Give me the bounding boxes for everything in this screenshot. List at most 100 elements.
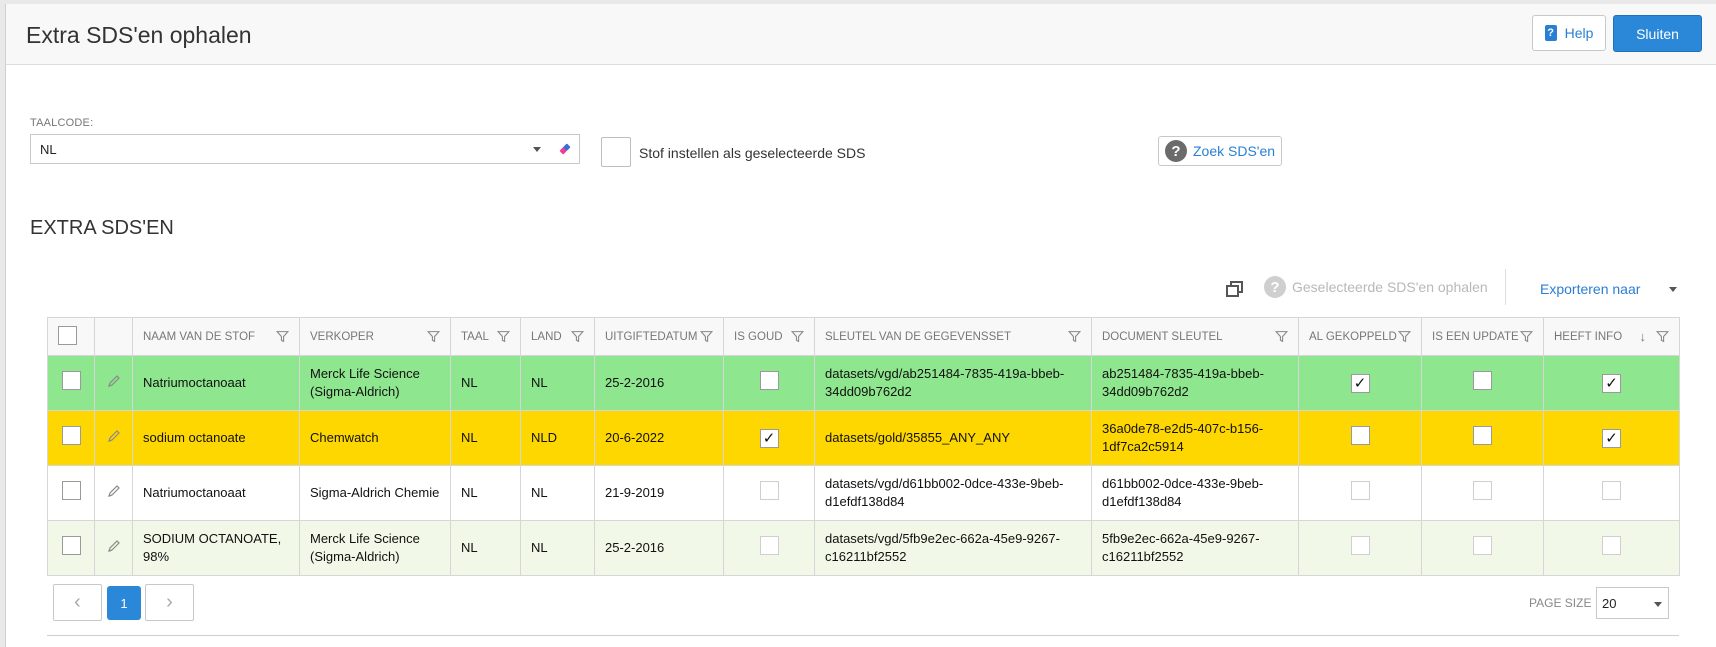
zoek-sds-button[interactable]: ? Zoek SDS'en: [1158, 136, 1282, 166]
column-header-label: TAAL: [461, 330, 489, 343]
naam-cell: sodium octanoate: [132, 410, 300, 466]
row-select-cell: [47, 410, 95, 466]
help-button[interactable]: ? Help: [1532, 15, 1606, 51]
export-button[interactable]: Exporteren naar: [1540, 281, 1640, 297]
taal-cell: NL: [450, 410, 521, 466]
doc-sleutel-cell: ab251484-7835-419a-bbeb-34dd09b762d2: [1091, 355, 1299, 411]
filter-icon[interactable]: [1275, 330, 1288, 343]
doc-sleutel-cell: 5fb9e2ec-662a-45e9-9267-c16211bf2552: [1091, 520, 1299, 576]
column-header[interactable]: SLEUTEL VAN DE GEGEVENSSET: [814, 317, 1092, 356]
sleutel-cell: datasets/vgd/d61bb002-0dce-433e-9beb-d1e…: [814, 465, 1092, 521]
taalcode-value: NL: [40, 142, 57, 157]
filter-icon[interactable]: [571, 330, 584, 343]
al-gekoppeld-checkbox: [1350, 536, 1370, 555]
pencil-icon[interactable]: [107, 539, 121, 553]
column-header[interactable]: VERKOPER: [299, 317, 451, 356]
column-header[interactable]: HEEFT INFO ↓: [1543, 317, 1680, 356]
column-header[interactable]: NAAM VAN DE STOF: [132, 317, 300, 356]
filter-icon[interactable]: [497, 330, 510, 343]
column-header[interactable]: LAND: [520, 317, 595, 356]
close-button[interactable]: Sluiten: [1613, 15, 1702, 52]
is-goud-checkbox: ✓: [759, 428, 779, 448]
filter-icon[interactable]: [1398, 330, 1411, 343]
row-select-cell: [47, 355, 95, 411]
pencil-icon[interactable]: [107, 429, 121, 443]
divider: [47, 635, 1679, 636]
restore-layout-icon[interactable]: [1225, 279, 1245, 299]
heeft-info-cell: [1543, 520, 1680, 576]
table-row[interactable]: sodium octanoate Chemwatch NL NLD 20-6-2022 ✓…: [47, 410, 1680, 466]
taalcode-select[interactable]: NL: [30, 134, 580, 164]
taal-cell: NL: [450, 355, 521, 411]
table-row[interactable]: SODIUM OCTANOATE, 98% Merck Life Science …: [47, 520, 1680, 576]
is-update-checkbox: [1473, 536, 1492, 555]
column-header[interactable]: AL GEKOPPELD: [1298, 317, 1422, 356]
is-goud-checkbox: [759, 536, 779, 555]
page-button-current[interactable]: 1: [107, 586, 141, 620]
is-update-cell: [1421, 410, 1544, 466]
sort-descending-icon: ↓: [1639, 329, 1647, 344]
taal-cell: NL: [450, 520, 521, 576]
column-header[interactable]: IS GOUD: [723, 317, 815, 356]
filter-icon[interactable]: [1520, 330, 1533, 343]
fetch-selected-button[interactable]: ? Geselecteerde SDS'en ophalen: [1264, 276, 1488, 298]
question-icon: ?: [1264, 276, 1286, 298]
column-header-label: HEEFT INFO: [1554, 330, 1623, 343]
column-header-label: UITGIFTEDATUM: [605, 330, 698, 343]
datum-cell: 25-2-2016: [594, 355, 724, 411]
is-goud-checkbox: [759, 371, 779, 390]
al-gekoppeld-cell: ✓: [1298, 355, 1422, 411]
filter-icon[interactable]: [791, 330, 804, 343]
is-update-cell: [1421, 465, 1544, 521]
heeft-info-checkbox: [1602, 481, 1621, 500]
land-cell: NLD: [520, 410, 595, 466]
row-select-checkbox[interactable]: [61, 371, 81, 390]
verkoper-cell: Merck Life Science (Sigma-Aldrich): [299, 520, 451, 576]
column-header[interactable]: TAAL: [450, 317, 521, 356]
filter-icon[interactable]: [1068, 330, 1081, 343]
eraser-icon[interactable]: [558, 142, 572, 156]
table-row[interactable]: Natriumoctanoaat Sigma-Aldrich Chemie NL NL…: [47, 465, 1680, 521]
naam-cell: Natriumoctanoaat: [132, 465, 300, 521]
previous-page-button[interactable]: ‹: [53, 584, 102, 621]
filter-icon[interactable]: [1656, 330, 1669, 343]
filter-icon[interactable]: [427, 330, 440, 343]
filter-icon[interactable]: [276, 330, 289, 343]
page-size-label: PAGE SIZE: [1529, 596, 1592, 610]
is-goud-checkbox: [759, 481, 779, 500]
next-page-button[interactable]: ›: [145, 584, 194, 621]
select-all-checkbox[interactable]: [58, 325, 77, 345]
column-header-label: NAAM VAN DE STOF: [143, 330, 256, 343]
toolbar-divider: [1505, 269, 1506, 305]
al-gekoppeld-cell: [1298, 520, 1422, 576]
heeft-info-cell: [1543, 465, 1680, 521]
pencil-icon[interactable]: [107, 484, 121, 498]
stof-checkbox[interactable]: [601, 137, 631, 167]
column-header[interactable]: DOCUMENT SLEUTEL: [1091, 317, 1299, 356]
is-goud-cell: [723, 355, 815, 411]
heeft-info-checkbox: [1602, 536, 1621, 555]
is-update-checkbox: [1473, 371, 1492, 390]
al-gekoppeld-cell: [1298, 465, 1422, 521]
edit-column-header: [94, 317, 133, 356]
pencil-icon[interactable]: [107, 374, 121, 388]
chevron-down-icon[interactable]: [533, 147, 541, 152]
land-cell: NL: [520, 520, 595, 576]
table-row[interactable]: Natriumoctanoaat Merck Life Science (Sigm…: [47, 355, 1680, 411]
verkoper-cell: Merck Life Science (Sigma-Aldrich): [299, 355, 451, 411]
naam-cell: SODIUM OCTANOATE, 98%: [132, 520, 300, 576]
row-select-checkbox[interactable]: [61, 536, 81, 555]
is-update-checkbox: [1473, 481, 1492, 500]
row-select-checkbox[interactable]: [61, 481, 81, 500]
column-header[interactable]: IS EEN UPDATE: [1421, 317, 1544, 356]
column-header-label: IS EEN UPDATE: [1432, 330, 1519, 343]
column-header[interactable]: UITGIFTEDATUM: [594, 317, 724, 356]
al-gekoppeld-checkbox: [1350, 481, 1370, 500]
edit-cell: [94, 355, 133, 411]
al-gekoppeld-cell: [1298, 410, 1422, 466]
row-select-checkbox[interactable]: [61, 426, 81, 445]
filter-icon[interactable]: [700, 330, 713, 343]
edit-cell: [94, 465, 133, 521]
chevron-down-icon[interactable]: [1669, 287, 1677, 292]
page-size-select[interactable]: 20: [1596, 587, 1669, 619]
